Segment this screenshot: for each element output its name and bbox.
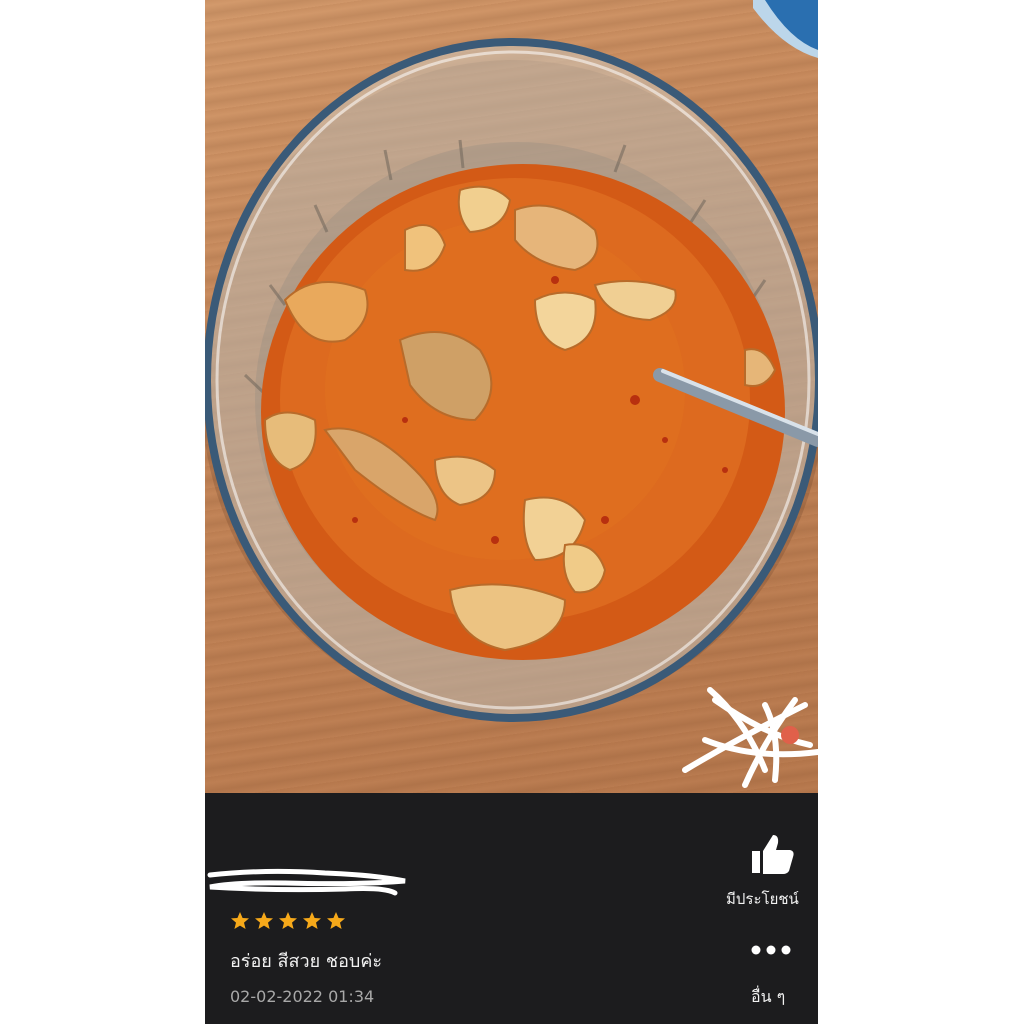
more-dots-icon — [751, 945, 791, 955]
review-card: อร่อย สีสวย ชอบค่ะ 02-02-2022 01:34 มีปร… — [205, 0, 818, 1024]
food-photo-illustration — [205, 0, 818, 788]
star-rating — [230, 911, 346, 931]
review-timestamp: 02-02-2022 01:34 — [230, 987, 375, 1006]
star-icon — [303, 912, 321, 929]
more-button[interactable]: อื่น ๆ — [733, 943, 803, 1013]
star-icon — [231, 912, 249, 929]
star-icon — [255, 912, 273, 929]
redacted-username — [207, 868, 406, 896]
review-panel: อร่อย สีสวย ชอบค่ะ 02-02-2022 01:34 มีปร… — [205, 793, 818, 1024]
star-icon — [279, 912, 297, 929]
thumbs-up-icon — [752, 835, 794, 874]
review-comment: อร่อย สีสวย ชอบค่ะ — [230, 951, 383, 972]
helpful-button[interactable]: มีประโยชน์ — [720, 831, 815, 911]
more-label: อื่น ๆ — [751, 987, 786, 1006]
helpful-label: มีประโยชน์ — [726, 890, 799, 908]
review-photo[interactable] — [205, 0, 818, 793]
star-icon — [327, 912, 345, 929]
